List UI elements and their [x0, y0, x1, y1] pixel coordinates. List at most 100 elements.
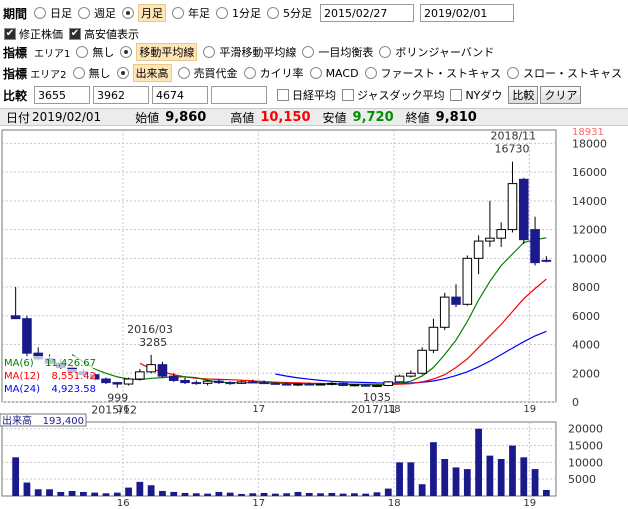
checkbox-icon	[342, 89, 354, 101]
period-radio-5[interactable]: 5分足	[267, 4, 312, 22]
indicator2-radio-1[interactable]: 出来高	[116, 64, 172, 82]
compare-check-label: 日経平均	[292, 89, 336, 102]
candle-body	[293, 383, 303, 386]
date-label: 日付	[6, 110, 31, 125]
show-high-low-checkbox[interactable]: ✔ 高安値表示	[69, 26, 139, 42]
compare-code-input-4[interactable]	[211, 86, 267, 104]
indicator2-radio-0[interactable]: 無し	[72, 64, 111, 82]
ma-legend-name: MA(12)	[4, 371, 40, 382]
radio-icon	[302, 46, 315, 58]
indicator2-radio-3[interactable]: カイリ率	[243, 64, 304, 82]
volume-bar	[339, 493, 347, 496]
compare-code-input-1[interactable]: 3655	[34, 86, 90, 104]
indicator2-radio-4[interactable]: MACD	[309, 64, 359, 82]
period-radio-3[interactable]: 年足	[172, 4, 210, 22]
candle-body	[372, 384, 382, 387]
period-radio-4[interactable]: 1分足	[216, 4, 261, 22]
candle-body	[236, 381, 247, 384]
volume-bar	[294, 491, 302, 496]
period-option-label: 日足	[50, 7, 72, 20]
high-label: 高値	[230, 110, 255, 125]
volume-bar	[351, 493, 358, 496]
period-option-label: 5分足	[283, 7, 312, 20]
candle-body	[202, 380, 213, 384]
price-y-tick-label: 14000	[572, 195, 607, 208]
candle-body	[383, 381, 394, 386]
candle-body	[485, 237, 495, 242]
clear-button[interactable]: クリア	[540, 86, 582, 104]
compare-label: 比較	[3, 88, 28, 103]
volume-y-tick-label: 20000	[568, 423, 603, 436]
high-value: 10,150	[260, 109, 311, 125]
radio-icon	[507, 67, 519, 79]
compare-code-input-3[interactable]: 4674	[152, 86, 208, 104]
radio-icon	[78, 7, 90, 19]
compare-button[interactable]: 比較	[508, 86, 539, 104]
low-label: 安値	[322, 110, 347, 125]
volume-y-tick-label: 5000	[568, 473, 596, 486]
compare-row: 比較 3655 3962 4674 日経平均 ジャスダック平均 NYダウ 比較 クリ…	[0, 84, 628, 106]
candle-body	[360, 384, 371, 387]
candle-body	[428, 326, 439, 351]
radio-icon	[379, 46, 392, 58]
close-value: 9,810	[435, 109, 477, 125]
period-option-label: 年足	[188, 7, 210, 20]
volume-x-tick-label: 16	[117, 498, 130, 509]
candle-body	[214, 380, 224, 384]
indicator2-radio-6[interactable]: スロー・ストキャス	[507, 64, 622, 82]
radio-icon	[172, 7, 184, 19]
radio-icon	[203, 46, 216, 58]
period-radio-2[interactable]: 月足	[122, 4, 166, 22]
radio-icon	[76, 46, 89, 58]
volume-bar	[531, 469, 539, 496]
candle-body	[518, 178, 529, 241]
ma-legend-name: MA(6)	[4, 358, 34, 369]
volume-bar	[475, 428, 482, 496]
radio-icon	[309, 67, 322, 79]
candle-body	[135, 371, 145, 380]
compare-code-input-2[interactable]: 3962	[93, 86, 149, 104]
adjusted-price-checkbox[interactable]: ✔ 修正株価	[4, 26, 63, 42]
indicator2-radio-5[interactable]: ファースト・ストキャス	[364, 64, 501, 82]
period-options: 日足 週足 月足 年足 1分足 5分足	[34, 4, 318, 22]
ma-legend-value: 4,923.58	[51, 384, 96, 395]
indicator1-radio-4[interactable]: ボリンジャーバンド	[379, 43, 494, 61]
volume-bar	[91, 492, 99, 496]
volume-bar	[317, 493, 324, 496]
indicator2-option-label: 出来高	[132, 64, 172, 82]
volume-bar	[452, 467, 460, 496]
indicator2-option-label: 無し	[88, 67, 111, 80]
compare-check-2[interactable]: NYダウ	[450, 87, 502, 103]
radio-icon	[116, 67, 129, 79]
indicator1-radio-3[interactable]: 一目均衡表	[302, 43, 373, 61]
adjusted-price-label: 修正株価	[19, 28, 63, 41]
compare-check-0[interactable]: 日経平均	[277, 87, 336, 103]
period-option-label: 月足	[138, 4, 166, 22]
volume-bar	[260, 492, 268, 496]
ma-legend-name: MA(24)	[4, 384, 40, 395]
date-to-input[interactable]: 2019/02/01	[420, 4, 514, 22]
period-option-label: 週足	[94, 7, 116, 20]
period-radio-0[interactable]: 日足	[34, 4, 72, 22]
indicator1-radio-2[interactable]: 平滑移動平均線	[203, 43, 296, 61]
high-value-annotation: 16730	[494, 143, 529, 156]
indicator2-radio-2[interactable]: 売買代金	[177, 64, 238, 82]
indicator2-option-label: 売買代金	[193, 67, 238, 80]
volume-bar	[170, 491, 178, 496]
ohlc-info-bar: 日付 2019/02/01 始値 9,860 高値 10,150 安値 9,72…	[0, 108, 628, 126]
price-y-tick-label: 0	[572, 396, 579, 409]
date-from-input[interactable]: 2015/02/27	[320, 4, 414, 22]
volume-bar	[373, 492, 381, 496]
compare-check-label: NYダウ	[465, 89, 503, 102]
volume-bar	[362, 493, 370, 496]
volume-x-tick-label: 19	[523, 498, 536, 509]
volume-bar	[12, 457, 20, 496]
period-radio-1[interactable]: 週足	[78, 4, 116, 22]
indicator1-radio-0[interactable]: 無し	[76, 43, 114, 61]
open-label: 始値	[135, 110, 160, 125]
stock-chart[interactable]: 0 2000 4000 6000 8000 10000 12000 14000 16000 180…	[0, 126, 628, 509]
indicator1-radio-1[interactable]: 移動平均線	[120, 43, 198, 61]
radio-icon	[177, 67, 190, 79]
candle-body	[304, 383, 315, 386]
compare-check-1[interactable]: ジャスダック平均	[342, 87, 444, 103]
